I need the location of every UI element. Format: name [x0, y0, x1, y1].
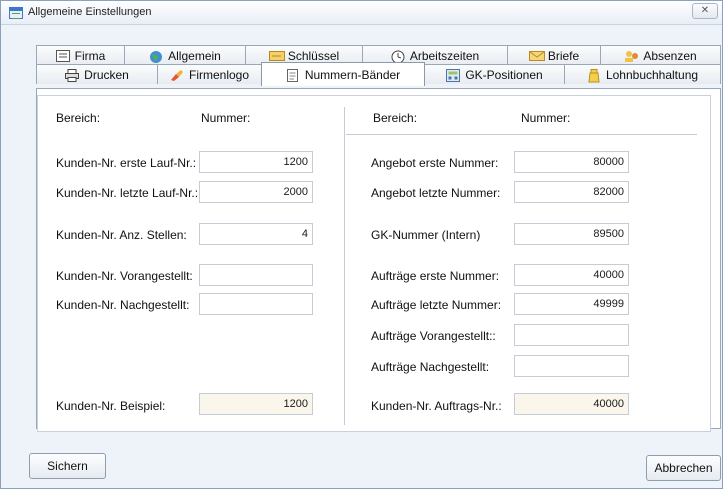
tab-label: Schlüssel	[287, 48, 340, 63]
calculator-icon	[446, 68, 461, 82]
field-kunden-beispiel: 1200	[199, 393, 313, 415]
column-separator	[344, 107, 345, 425]
field-kunden-nachgestellt[interactable]	[199, 293, 313, 315]
document-numbers-icon	[286, 68, 300, 82]
field-auftrags-nr: 40000	[514, 393, 629, 415]
label-kunden-letzte: Kunden-Nr. letzte Lauf-Nr.:	[56, 186, 199, 200]
tab-briefe[interactable]: Briefe	[507, 45, 601, 65]
label-kunden-nachgestellt: Kunden-Nr. Nachgestellt:	[56, 298, 190, 312]
label-kunden-erste: Kunden-Nr. erste Lauf-Nr.:	[56, 156, 197, 170]
label-auftraege-vorangestellt: Aufträge Vorangestellt::	[371, 329, 496, 343]
tab-label: Nummern-Bänder	[304, 67, 401, 82]
tab-gk-positionen[interactable]: GK-Positionen	[424, 64, 565, 84]
envelope-icon	[528, 50, 545, 62]
label-kunden-stellen: Kunden-Nr. Anz. Stellen:	[56, 228, 187, 242]
tab-firmenlogo[interactable]: Firmenlogo	[157, 64, 262, 84]
header-separator	[346, 134, 697, 135]
label-angebot-letzte: Angebot letzte Nummer:	[371, 186, 501, 200]
label-angebot-erste: Angebot erste Nummer:	[371, 156, 499, 170]
tab-label: Firmenlogo	[188, 67, 250, 82]
tab-drucken[interactable]: Drucken	[36, 64, 158, 84]
printer-icon	[65, 68, 80, 82]
left-header-area: Bereich:	[56, 111, 101, 125]
close-button[interactable]: ✕	[692, 3, 718, 19]
field-auftraege-letzte[interactable]: 49999	[514, 293, 629, 315]
tab-lohnbuchhaltung[interactable]: Lohnbuchhaltung	[564, 64, 721, 84]
label-auftraege-nachgestellt: Aufträge Nachgestellt:	[371, 360, 490, 374]
field-angebot-letzte[interactable]: 82000	[514, 181, 629, 203]
save-button[interactable]: Sichern	[29, 453, 106, 479]
right-header-number: Nummer:	[521, 111, 571, 125]
tab-nummern-baender[interactable]: Nummern-Bänder	[261, 62, 425, 86]
money-icon	[587, 68, 601, 82]
app-icon	[9, 7, 23, 19]
label-kunden-beispiel: Kunden-Nr. Beispiel:	[56, 399, 166, 413]
field-auftraege-nachgestellt[interactable]	[514, 355, 629, 377]
tab-allgemein[interactable]: Allgemein	[124, 45, 246, 65]
field-auftraege-vorangestellt[interactable]	[514, 324, 629, 346]
field-kunden-letzte[interactable]: 2000	[199, 181, 313, 203]
tab-label: Allgemein	[168, 48, 221, 63]
tab-label: Drucken	[84, 67, 129, 82]
tab-firma[interactable]: Firma	[36, 45, 125, 65]
settings-window: Allgemeine Einstellungen ✕ Firma Allgeme…	[0, 0, 723, 489]
key-card-icon	[268, 50, 285, 62]
field-auftraege-erste[interactable]: 40000	[514, 264, 629, 286]
window-title: Allgemeine Einstellungen	[28, 6, 152, 18]
tab-label: Firma	[74, 48, 106, 63]
tab-label: GK-Positionen	[465, 67, 543, 82]
field-kunden-stellen[interactable]: 4	[199, 223, 313, 245]
tab-absenzen[interactable]: Absenzen	[600, 45, 721, 65]
cancel-button[interactable]: Abbrechen	[646, 455, 721, 481]
label-kunden-vorangestellt: Kunden-Nr. Vorangestellt:	[56, 269, 193, 283]
right-header-area: Bereich:	[373, 111, 418, 125]
field-angebot-erste[interactable]: 80000	[514, 151, 629, 173]
tab-label: Lohnbuchhaltung	[605, 67, 699, 82]
form-icon	[55, 49, 70, 62]
label-auftraege-letzte: Aufträge letzte Nummer:	[371, 298, 502, 312]
field-kunden-vorangestellt[interactable]	[199, 264, 313, 286]
field-kunden-erste[interactable]: 1200	[199, 151, 313, 173]
label-auftrags-nr: Kunden-Nr. Auftrags-Nr.:	[371, 399, 502, 413]
left-header-number: Nummer:	[201, 111, 251, 125]
paint-icon	[170, 69, 184, 81]
tab-label: Absenzen	[643, 48, 697, 63]
label-auftraege-erste: Aufträge erste Nummer:	[371, 269, 500, 283]
tab-label: Arbeitszeiten	[409, 48, 480, 63]
people-icon	[624, 50, 639, 62]
globe-icon	[149, 50, 163, 63]
field-gk-nummer[interactable]: 89500	[514, 223, 629, 245]
title-bar: Allgemeine Einstellungen ✕	[1, 1, 722, 25]
clock-icon	[391, 50, 405, 63]
label-gk-nummer: GK-Nummer (Intern)	[371, 228, 481, 242]
tab-label: Briefe	[547, 48, 580, 63]
